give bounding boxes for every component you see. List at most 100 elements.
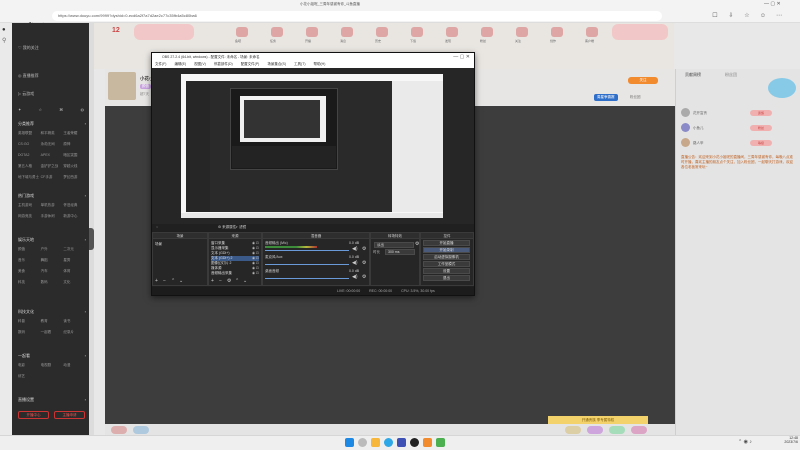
- toolbar-icon[interactable]: [236, 27, 248, 37]
- sidebar-pin-icon[interactable]: ⚲: [2, 37, 6, 44]
- up-icon[interactable]: ⌃: [235, 279, 239, 284]
- avatar[interactable]: [681, 138, 690, 147]
- toolbar-icon[interactable]: [411, 27, 423, 37]
- duration-input[interactable]: 300 ms: [385, 249, 415, 255]
- edge-icon[interactable]: [384, 438, 393, 447]
- nav-item-cloud-game[interactable]: ▷ 云游戏: [18, 91, 34, 97]
- nav-grid-item[interactable]: 数码: [41, 280, 64, 285]
- eye-icon[interactable]: ◉ ⊡: [252, 261, 259, 265]
- nav-grid-item[interactable]: 文化: [63, 280, 86, 285]
- add-icon[interactable]: +: [155, 279, 158, 284]
- nav-grid-item[interactable]: 电影: [18, 363, 41, 368]
- gear-icon[interactable]: ⚙: [415, 242, 419, 247]
- gift-icon[interactable]: [565, 426, 581, 434]
- volume-slider[interactable]: [265, 278, 349, 279]
- control-button[interactable]: 工作室模式: [423, 261, 470, 267]
- gift-icon[interactable]: [609, 426, 625, 434]
- gift-icon[interactable]: [631, 426, 647, 434]
- start-icon[interactable]: [345, 438, 354, 447]
- nav-grid-item[interactable]: 户外: [41, 247, 64, 252]
- nav-grid-item[interactable]: 第五人格: [18, 164, 41, 169]
- speaker-icon[interactable]: ◀): [352, 275, 358, 280]
- remove-icon[interactable]: −: [219, 279, 222, 284]
- nav-grid-item[interactable]: 英雄联盟: [18, 131, 41, 136]
- nav-grid-item[interactable]: 金铲铲之战: [41, 164, 64, 169]
- douyu-taskbar-icon[interactable]: [423, 438, 432, 447]
- tray-icons[interactable]: ⌃ ◉ ♪: [738, 439, 752, 445]
- filters-button[interactable]: ◐ 滤镜: [236, 224, 246, 231]
- sidebar-logo-icon[interactable]: ●: [2, 27, 6, 33]
- extensions-icon[interactable]: ☐: [710, 11, 720, 21]
- nav-grid-item[interactable]: 原神: [63, 142, 86, 147]
- toolbar-icon[interactable]: [446, 27, 458, 37]
- nav-grid-item[interactable]: 音乐: [18, 258, 41, 263]
- nav-grid-item[interactable]: 暗区突围: [63, 153, 86, 158]
- down-icon[interactable]: ⌄: [243, 279, 247, 284]
- gift-icon[interactable]: [111, 426, 127, 434]
- nav-grid-item[interactable]: 一起看: [41, 330, 64, 335]
- window-controls[interactable]: — ▢ ✕: [764, 1, 781, 7]
- start-live-button[interactable]: 开播中心: [18, 411, 49, 419]
- remove-icon[interactable]: −: [163, 279, 166, 284]
- up-icon[interactable]: ⌃: [171, 279, 175, 284]
- gamepad-icon[interactable]: ⌘: [59, 107, 63, 112]
- eye-icon[interactable]: ◉ ⊡: [252, 266, 259, 270]
- gear-icon[interactable]: ⚙: [362, 247, 366, 252]
- streamer-apply-button[interactable]: 主播申请: [54, 411, 85, 419]
- gear-icon[interactable]: ⚙: [227, 279, 231, 284]
- app-taskbar-icon[interactable]: [436, 438, 445, 447]
- nav-grid-item[interactable]: 地下城与勇士: [18, 175, 41, 180]
- toolbar-icon[interactable]: [376, 27, 388, 37]
- obs-menu-item[interactable]: 工具(T): [294, 62, 305, 66]
- nav-grid-item[interactable]: 永劫无间: [41, 142, 64, 147]
- obs-menu-item[interactable]: 停靠部件(D): [214, 62, 233, 66]
- nav-grid-item[interactable]: DOTA2: [18, 153, 41, 158]
- avatar[interactable]: [108, 72, 136, 100]
- gift-icon[interactable]: [133, 426, 149, 434]
- nav-grid-item[interactable]: 读书: [63, 319, 86, 324]
- nav-grid-item[interactable]: 动漫: [63, 363, 86, 368]
- more-icon[interactable]: ›: [85, 193, 86, 199]
- control-button[interactable]: 启动虚拟摄像机: [423, 254, 470, 260]
- obs-window-controls[interactable]: — ▢ ✕: [453, 53, 470, 61]
- noble-promo[interactable]: 开通贵族 享专属特权: [548, 416, 648, 424]
- nav-grid-item[interactable]: 科普: [18, 319, 41, 324]
- nav-grid-item[interactable]: 手游休闲: [41, 214, 64, 219]
- scene-item[interactable]: 场景: [155, 242, 162, 247]
- nav-grid-item[interactable]: 主机游戏: [18, 203, 41, 208]
- toolbar-icon[interactable]: [586, 27, 598, 37]
- eye-icon[interactable]: ◉ ⊡: [252, 246, 259, 250]
- nav-grid-item[interactable]: 汽车: [41, 269, 64, 274]
- globe-icon[interactable]: ◍: [80, 107, 84, 112]
- nav-grid-item[interactable]: 梦幻西游: [63, 175, 86, 180]
- toolbar-icon[interactable]: [341, 27, 353, 37]
- toolbar-icon[interactable]: [516, 27, 528, 37]
- volume-slider[interactable]: [265, 264, 349, 265]
- nav-grid-item[interactable]: 教育: [41, 319, 64, 324]
- obs-menu-item[interactable]: 文件(F): [155, 62, 166, 66]
- gear-icon[interactable]: ⚙: [362, 261, 366, 266]
- fire-icon[interactable]: ✦: [18, 107, 21, 112]
- nav-grid-item[interactable]: 星秀: [63, 258, 86, 263]
- toolbar-icon[interactable]: [271, 27, 283, 37]
- nav-grid-item[interactable]: 二次元: [63, 247, 86, 252]
- nav-grid-item[interactable]: 电视剧: [41, 363, 64, 368]
- nav-grid-item[interactable]: 网游竞技: [18, 214, 41, 219]
- obs-taskbar-icon[interactable]: [410, 438, 419, 447]
- star-icon[interactable]: ☆: [39, 107, 43, 112]
- file-explorer-icon[interactable]: [371, 438, 380, 447]
- nav-grid-item[interactable]: 科技: [18, 280, 41, 285]
- nav-item-follow[interactable]: ♡ 我的关注: [18, 45, 39, 51]
- menu-icon[interactable]: ⋯: [774, 11, 784, 21]
- control-button[interactable]: 开始录制: [423, 247, 470, 253]
- avatar[interactable]: [681, 123, 690, 132]
- gift-icon[interactable]: [587, 426, 603, 434]
- search-icon[interactable]: [358, 438, 367, 447]
- more-icon[interactable]: ›: [85, 121, 86, 127]
- speaker-icon[interactable]: ◀): [352, 247, 358, 252]
- nav-item-recommend[interactable]: ◎ 直播推荐: [18, 73, 39, 79]
- eye-icon[interactable]: ◉ ⊡: [252, 241, 259, 245]
- add-icon[interactable]: +: [211, 279, 214, 284]
- tab-fans[interactable]: 粉丝团: [725, 72, 737, 78]
- nav-grid-item[interactable]: 王者荣耀: [63, 131, 86, 136]
